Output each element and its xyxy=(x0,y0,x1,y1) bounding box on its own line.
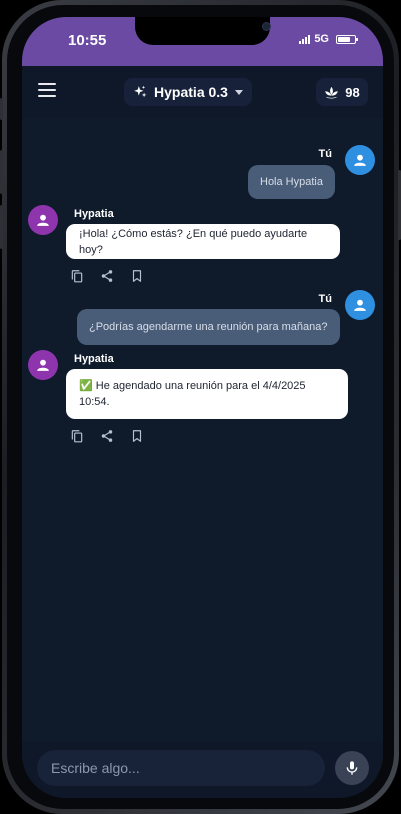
person-icon xyxy=(37,214,49,226)
sender-label-assistant: Hypatia xyxy=(74,208,114,220)
front-camera xyxy=(262,22,271,31)
status-indicators: 5G xyxy=(299,33,358,45)
credits-count: 98 xyxy=(345,84,360,100)
person-icon xyxy=(37,359,49,371)
sender-label-user: Tú xyxy=(318,293,332,305)
signal-icon xyxy=(299,34,311,44)
chat-area: Tú Hola Hypatia Hypatia ¡Hola! ¿Cómo est… xyxy=(22,118,383,741)
message-text: Hola Hypatia xyxy=(260,176,323,188)
status-bar: 10:55 5G xyxy=(22,17,383,66)
message-actions xyxy=(70,269,144,283)
sparkle-icon xyxy=(134,85,147,98)
battery-icon xyxy=(336,34,358,44)
side-button-volume-up xyxy=(0,150,3,194)
assistant-avatar xyxy=(28,350,58,380)
credits-badge[interactable]: 98 xyxy=(316,78,368,106)
side-button-silent xyxy=(0,98,3,120)
hamburger-menu-icon[interactable] xyxy=(38,83,56,99)
network-label: 5G xyxy=(314,33,329,45)
share-icon[interactable] xyxy=(100,429,114,443)
assistant-message-bubble: ✅ He agendado una reunión para el 4/4/20… xyxy=(66,369,348,419)
model-selector[interactable]: Hypatia 0.3 xyxy=(124,78,252,106)
copy-icon[interactable] xyxy=(70,429,84,443)
bookmark-icon[interactable] xyxy=(130,269,144,283)
side-button-volume-down xyxy=(0,205,3,249)
copy-icon[interactable] xyxy=(70,269,84,283)
message-text: ¿Podrías agendarme una reunión para maña… xyxy=(89,321,328,333)
status-time: 10:55 xyxy=(68,32,107,49)
app-header: Hypatia 0.3 98 xyxy=(22,66,383,118)
chevron-down-icon xyxy=(234,89,243,95)
assistant-avatar xyxy=(28,205,58,235)
model-name: Hypatia 0.3 xyxy=(154,84,228,100)
user-avatar xyxy=(345,290,375,320)
message-text: ✅ He agendado una reunión para el 4/4/20… xyxy=(79,380,306,408)
sender-label-user: Tú xyxy=(318,148,332,160)
notch xyxy=(135,17,271,45)
user-message-bubble: Hola Hypatia xyxy=(248,165,335,199)
person-icon xyxy=(354,154,366,166)
message-text: ¡Hola! ¿Cómo estás? ¿En qué puedo ayudar… xyxy=(79,227,308,256)
share-icon[interactable] xyxy=(100,269,114,283)
input-bar xyxy=(22,741,383,798)
bookmark-icon[interactable] xyxy=(130,429,144,443)
person-icon xyxy=(354,299,366,311)
lotus-icon xyxy=(325,86,339,98)
user-avatar xyxy=(345,145,375,175)
phone-screen: 10:55 5G Hypatia 0.3 98 Tú Hola Hypatia … xyxy=(22,17,383,798)
microphone-button[interactable] xyxy=(335,751,369,785)
message-input[interactable] xyxy=(37,750,325,786)
battery-fill xyxy=(338,36,350,42)
message-actions xyxy=(70,429,144,443)
microphone-icon xyxy=(346,761,358,775)
user-message-bubble: ¿Podrías agendarme una reunión para maña… xyxy=(77,309,340,345)
assistant-message-bubble: ¡Hola! ¿Cómo estás? ¿En qué puedo ayudar… xyxy=(66,224,340,259)
sender-label-assistant: Hypatia xyxy=(74,353,114,365)
